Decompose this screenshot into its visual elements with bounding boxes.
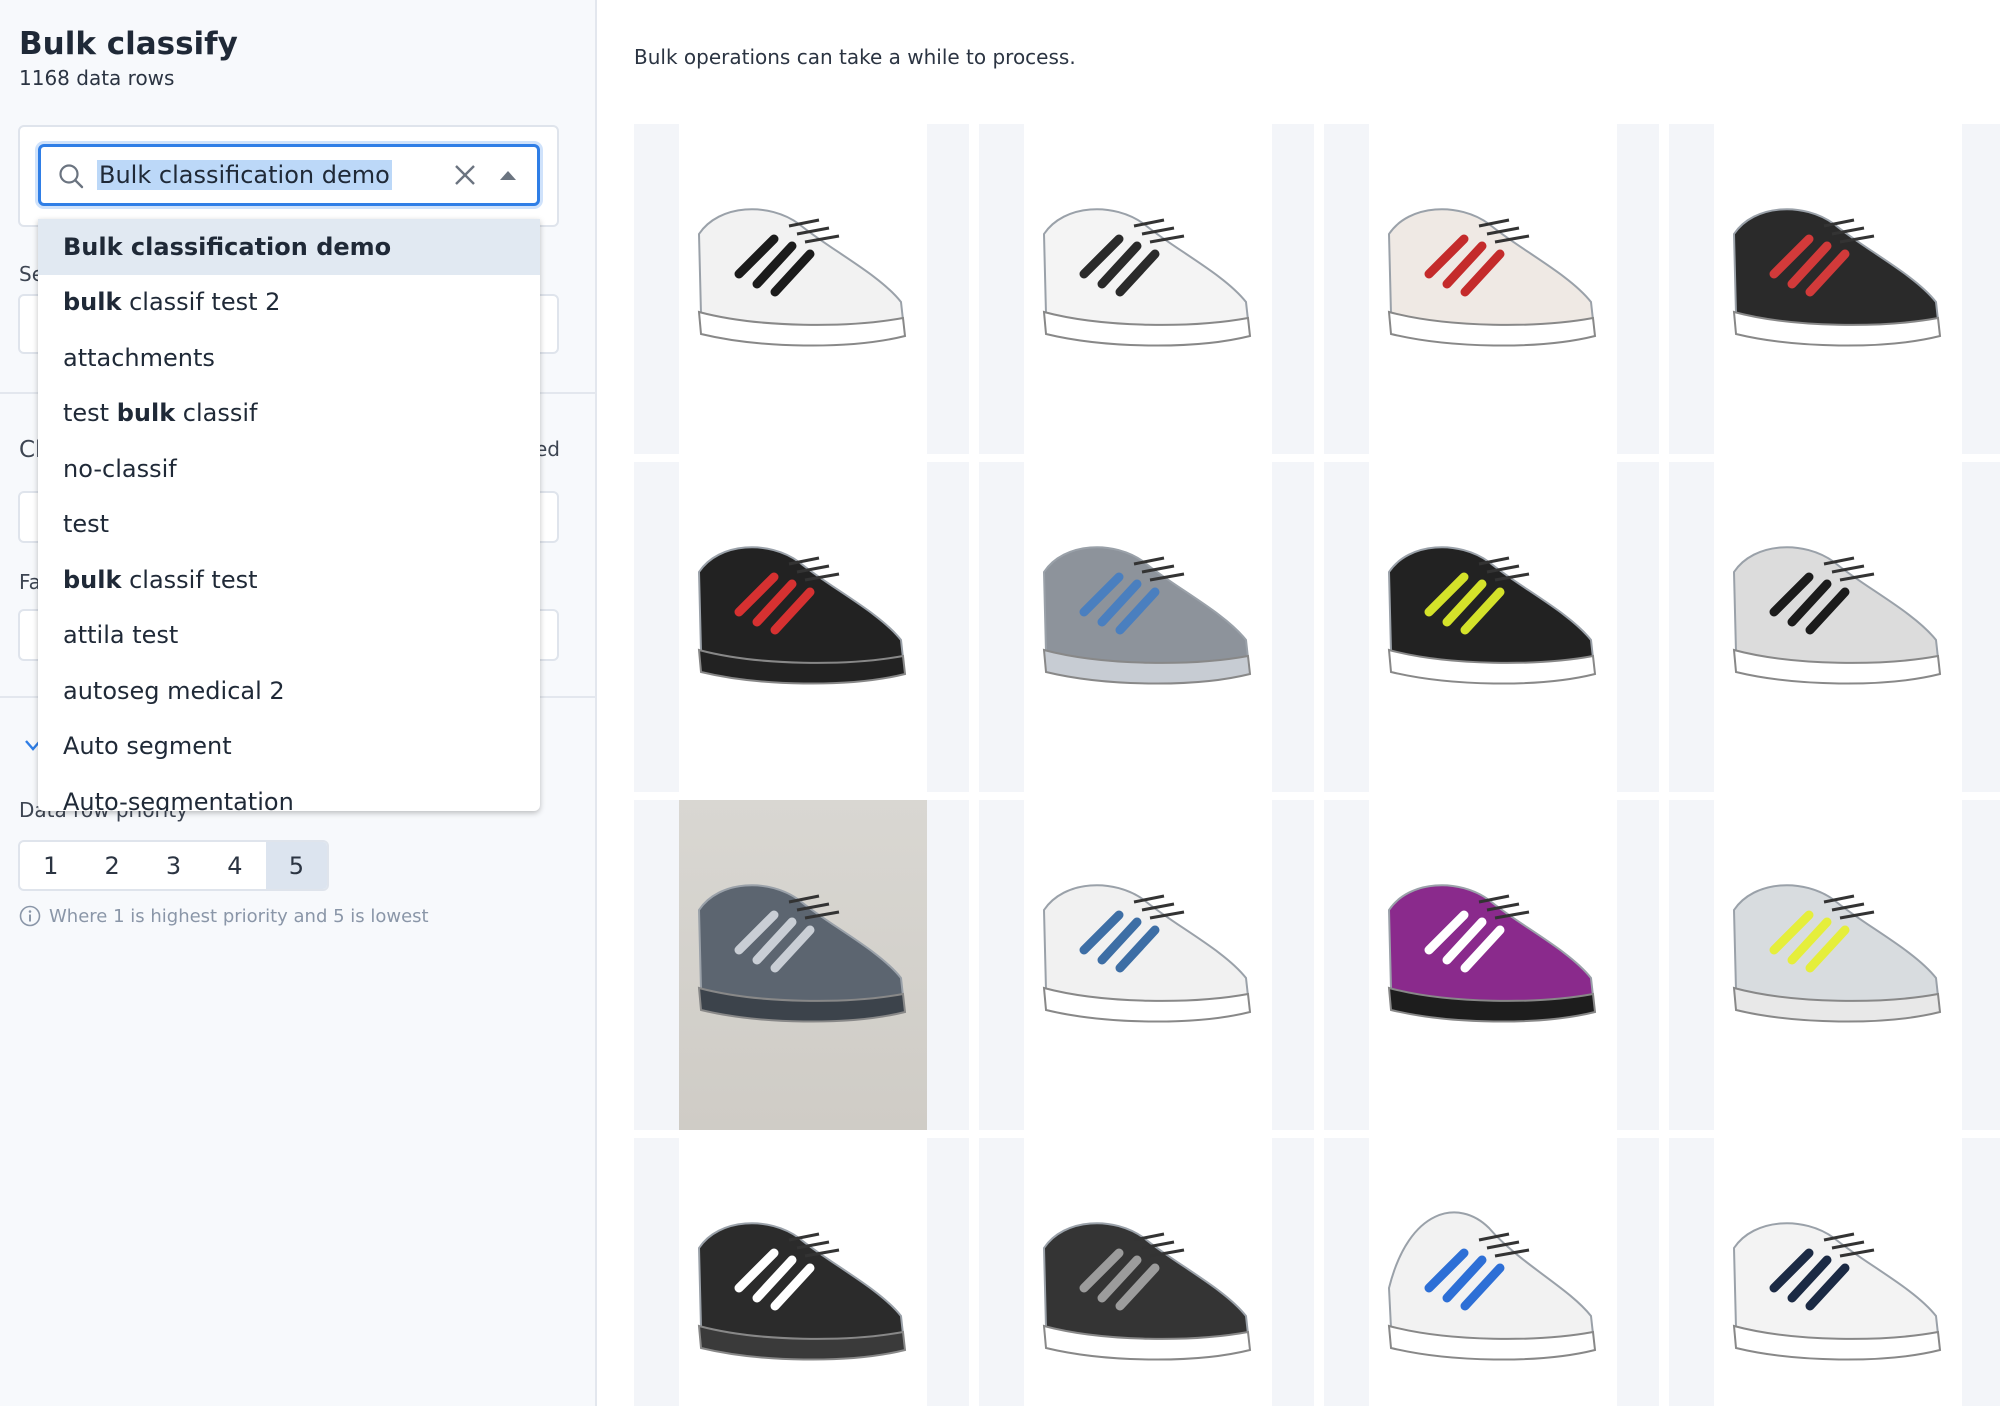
dropdown-option[interactable]: Auto segment: [38, 719, 540, 775]
image-tile[interactable]: [979, 124, 1314, 454]
shoe-adidas-black-red-icon: [1732, 208, 1942, 347]
priority-hint-text: Where 1 is highest priority and 5 is low…: [49, 905, 429, 927]
image-tile[interactable]: [1324, 124, 1659, 454]
image-tile[interactable]: [634, 124, 969, 454]
dropdown-option[interactable]: no-classif: [38, 441, 540, 497]
option-text-pre: no-classif: [63, 454, 177, 483]
option-text-post: classif test 2: [121, 288, 281, 317]
bulk-classify-panel: Bulk classify 1168 data rows Se Cl ed Fa…: [0, 0, 597, 1406]
option-text-bold: bulk: [63, 288, 122, 317]
shoe-nike-black-volt-icon: [1387, 546, 1597, 685]
shoe-puma-white-black-icon: [697, 208, 907, 347]
dropdown-option[interactable]: autoseg medical 2: [38, 663, 540, 719]
dataset-select-value[interactable]: Bulk classification demo: [97, 160, 392, 190]
option-text-bold: bulk: [63, 565, 122, 594]
shoe-fila-grey-icon: [1042, 546, 1252, 685]
shoe-nike-white-navy-icon: [1732, 1222, 1942, 1361]
dropdown-option[interactable]: test: [38, 497, 540, 553]
option-text-pre: Auto segment: [63, 732, 232, 761]
priority-option-5[interactable]: 5: [265, 842, 327, 889]
option-text-pre: attila test: [63, 621, 179, 650]
dataset-select-input[interactable]: Bulk classification demo: [38, 144, 540, 206]
search-icon: [59, 164, 84, 189]
priority-option-1[interactable]: 1: [20, 842, 81, 889]
image-tile[interactable]: [1669, 800, 2000, 1130]
clear-icon[interactable]: [451, 161, 479, 189]
image-tile[interactable]: [1324, 462, 1659, 792]
image-tile[interactable]: [1669, 124, 2000, 454]
dropdown-option[interactable]: Bulk classification demo: [38, 219, 540, 275]
priority-hint: Where 1 is highest priority and 5 is low…: [19, 905, 429, 927]
image-tile[interactable]: [1669, 462, 2000, 792]
priority-option-4[interactable]: 4: [204, 842, 265, 889]
shoe-yellow-silver-icon: [1732, 884, 1942, 1023]
image-tile[interactable]: [979, 1138, 1314, 1406]
image-tile[interactable]: [1324, 800, 1659, 1130]
shoe-adidas-white-red-icon: [1387, 208, 1597, 347]
image-tile[interactable]: [1324, 1138, 1659, 1406]
shoe-black-leather-icon: [697, 1222, 907, 1361]
image-tile[interactable]: [979, 462, 1314, 792]
image-tile[interactable]: [979, 800, 1314, 1130]
option-text-pre: autoseg medical 2: [63, 676, 285, 705]
image-tile[interactable]: [634, 1138, 969, 1406]
bulk-operations-notice: Bulk operations can take a while to proc…: [634, 45, 1076, 69]
shoe-adidas-white-blue-icon: [1042, 884, 1252, 1023]
shoe-grey-trail-icon: [697, 884, 907, 1023]
dropdown-option[interactable]: test bulk classif: [38, 386, 540, 442]
option-text-pre: test: [63, 399, 117, 428]
option-text-pre: Auto-segmentation: [63, 787, 294, 811]
option-text-bold: Bulk classification demo: [63, 232, 392, 261]
image-tile[interactable]: [634, 800, 969, 1130]
image-tile[interactable]: [634, 462, 969, 792]
info-icon: [19, 905, 41, 927]
data-row-count: 1168 data rows: [19, 66, 175, 90]
priority-option-3[interactable]: 3: [143, 842, 204, 889]
panel-title: Bulk classify: [19, 26, 238, 62]
dropdown-option[interactable]: bulk classif test: [38, 552, 540, 608]
image-tile[interactable]: [1669, 1138, 2000, 1406]
option-text-pre: test: [63, 510, 110, 539]
option-text-bold: bulk: [116, 399, 176, 428]
option-text-post: classif: [175, 399, 258, 428]
caret-up-icon[interactable]: [500, 171, 516, 180]
shoe-nike-purple-icon: [1387, 884, 1597, 1023]
shoe-adidas-black-icon: [697, 546, 907, 685]
priority-selector: 1 2 3 4 5: [18, 840, 329, 891]
priority-option-2[interactable]: 2: [81, 842, 142, 889]
dropdown-option[interactable]: attachments: [38, 330, 540, 386]
option-text-pre: attachments: [63, 343, 215, 372]
dropdown-option[interactable]: attila test: [38, 608, 540, 664]
dataset-dropdown-list: Bulk classification demo bulk classif tes…: [38, 219, 540, 811]
shoe-puma-silver-icon: [1732, 546, 1942, 685]
shoe-adidas-hightop-blue-icon: [1387, 1211, 1597, 1361]
shoe-adidas-black-mesh-icon: [1042, 1222, 1252, 1361]
dropdown-option[interactable]: bulk classif test 2: [38, 275, 540, 331]
shoe-adidas-white-icon: [1042, 208, 1252, 347]
dropdown-option[interactable]: Auto-segmentation: [38, 774, 540, 811]
option-text-post: classif test: [121, 565, 258, 594]
